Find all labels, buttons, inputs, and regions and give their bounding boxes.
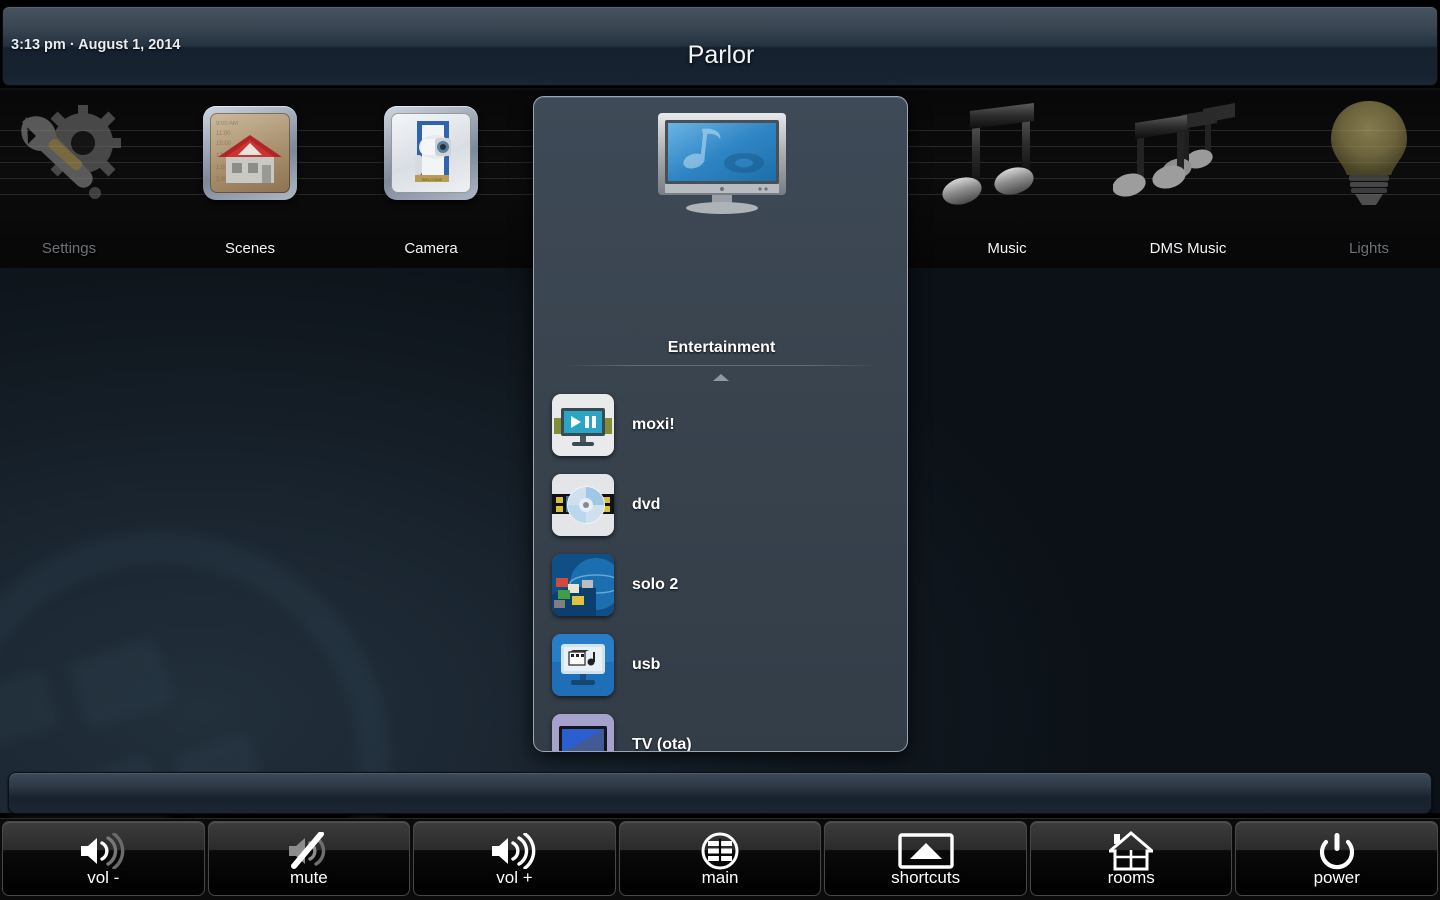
strip-label: Music (987, 240, 1027, 257)
strip-item-settings[interactable]: Settings (0, 90, 159, 268)
list-item-label: moxi! (632, 416, 675, 433)
dvd-disc-icon (552, 474, 614, 536)
source-list: moxi! dvd solo 2 usb TV (ota) (534, 385, 907, 751)
svg-text:15:00: 15:00 (216, 141, 232, 147)
strip-label: DMS Music (1149, 240, 1227, 257)
rooms-button[interactable]: rooms (1029, 821, 1233, 896)
usb-media-icon (552, 634, 614, 696)
power-button[interactable]: power (1235, 821, 1439, 896)
list-item[interactable]: TV (ota) (534, 705, 907, 752)
security-camera-icon: WELCOME (341, 98, 521, 208)
television-icon (534, 111, 907, 223)
list-item[interactable]: usb (534, 625, 907, 705)
strip-item-dms-music[interactable]: DMS Music (1098, 90, 1278, 268)
strip-label: Camera (404, 240, 458, 257)
wrench-gear-icon (0, 98, 159, 208)
music-note-icon (917, 98, 1097, 208)
solo2-globe-icon (552, 554, 614, 616)
toolbar-label: shortcuts (891, 868, 961, 887)
toolbar-label: main (701, 868, 739, 887)
grid-circle-icon (620, 830, 821, 872)
vol-up-button[interactable]: vol + (413, 821, 616, 896)
list-item-label: dvd (632, 496, 661, 513)
main-button[interactable]: main (618, 821, 822, 896)
multi-music-note-icon (1098, 98, 1278, 208)
list-item[interactable]: moxi! (534, 385, 907, 465)
triangle-up-icon[interactable] (712, 374, 729, 381)
list-item[interactable]: solo 2 (534, 545, 907, 625)
app-root: 3:13 pm · August 1, 2014 Parlor Settings… (0, 0, 1440, 900)
lightbulb-icon (1279, 98, 1440, 208)
mute-button[interactable]: mute (207, 821, 411, 896)
list-item-label: usb (632, 656, 661, 673)
volume-down-icon (3, 830, 204, 872)
toolbar-label: rooms (1107, 868, 1155, 887)
list-item[interactable]: dvd (534, 465, 907, 545)
entertainment-flyout-panel: Entertainment moxi! dvd solo 2 usb TV (o… (533, 96, 908, 752)
list-item-label: TV (ota) (632, 736, 692, 752)
strip-item-music[interactable]: Music (917, 90, 1097, 268)
header-bar: 3:13 pm · August 1, 2014 Parlor (2, 6, 1438, 86)
page-title: Parlor (687, 41, 755, 69)
toolbar-label: mute (289, 868, 328, 887)
strip-item-lights[interactable]: Lights (1279, 90, 1440, 268)
volume-up-icon (414, 830, 615, 872)
svg-text:9:00 AM: 9:00 AM (216, 121, 238, 127)
vol-down-button[interactable]: vol - (2, 821, 205, 896)
strip-item-scenes[interactable]: 9:00 AM11:0015:00 12:001:00 PM2:00 PM (160, 90, 340, 268)
strip-label: Settings (41, 240, 97, 257)
strip-item-camera[interactable]: WELCOME Camera (341, 90, 521, 268)
power-icon (1236, 830, 1437, 872)
moxi-player-icon (552, 394, 614, 456)
status-bar (8, 772, 1432, 814)
house-scene-icon: 9:00 AM11:0015:00 12:001:00 PM2:00 PM (160, 98, 340, 208)
toolbar-label: vol + (496, 868, 533, 887)
strip-label: Scenes (224, 240, 276, 257)
tv-antenna-icon (552, 714, 614, 751)
bottom-toolbar: vol - mute vol + main shortcuts rooms po… (0, 818, 1440, 900)
volume-mute-icon (209, 830, 410, 872)
svg-text:11:00: 11:00 (216, 131, 231, 137)
strip-label: Lights (1348, 240, 1390, 257)
toolbar-label: vol - (87, 868, 120, 887)
shortcuts-button[interactable]: shortcuts (824, 821, 1027, 896)
house-icon (1031, 830, 1232, 872)
svg-text:WELCOME: WELCOME (422, 177, 443, 182)
panel-divider (564, 365, 879, 366)
list-item-label: solo 2 (632, 576, 679, 593)
toolbar-label: power (1313, 868, 1360, 887)
eject-up-icon (825, 830, 1026, 872)
panel-title: Entertainment (667, 339, 776, 356)
